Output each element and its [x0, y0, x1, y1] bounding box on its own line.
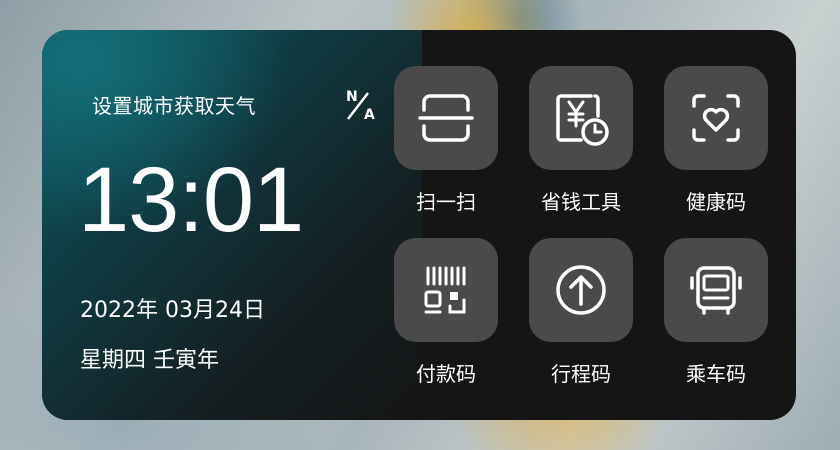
na-icon-bottom: A — [364, 107, 375, 123]
bus-icon — [690, 266, 742, 315]
payment-code-button[interactable] — [394, 238, 498, 342]
clock-date: 2022年 03月24日 — [80, 298, 265, 323]
yen-clock-icon — [556, 94, 609, 146]
clock-weekday-lunar: 星期四 壬寅年 — [80, 348, 219, 373]
na-icon-top: N — [346, 89, 358, 105]
scan-button[interactable] — [394, 66, 498, 170]
clock-shortcuts-widget: 设置城市获取天气 N A 13:01 2022年 03月24日 星期四 壬寅年 … — [42, 30, 796, 420]
scan-icon — [418, 94, 474, 142]
health-code-label: 健康码 — [686, 190, 746, 214]
travel-code-button[interactable] — [529, 238, 633, 342]
bus-code-button[interactable] — [664, 238, 768, 342]
clock-time: 13:01 — [78, 149, 304, 251]
weather-na-icon: N A — [346, 89, 375, 123]
weather-city-prompt[interactable]: 设置城市获取天气 — [92, 90, 256, 119]
scan-label: 扫一扫 — [416, 190, 476, 214]
money-tools-button[interactable] — [529, 66, 633, 170]
health-code-button[interactable] — [664, 66, 768, 170]
bus-code-label: 乘车码 — [686, 362, 746, 386]
payment-code-label: 付款码 — [416, 362, 476, 386]
money-tools-label: 省钱工具 — [541, 190, 621, 214]
payment-code-icon — [424, 266, 466, 314]
arrow-up-circle-icon — [556, 265, 606, 315]
travel-code-label: 行程码 — [551, 362, 611, 386]
health-code-icon — [692, 94, 740, 142]
